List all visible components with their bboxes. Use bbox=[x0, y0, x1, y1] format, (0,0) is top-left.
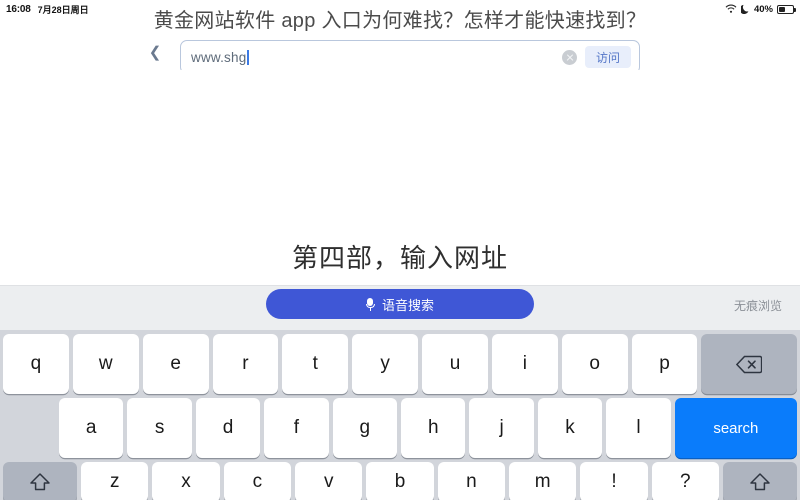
url-input[interactable]: www.shg 访问 bbox=[180, 40, 640, 74]
key-n[interactable]: n bbox=[437, 462, 506, 500]
on-screen-keyboard: q w e r t y u i o p a s d f g h j k l se… bbox=[0, 330, 800, 500]
clear-circle-icon[interactable] bbox=[562, 49, 577, 65]
backspace-icon bbox=[736, 355, 763, 374]
keyboard-row-3: z x c v b n m ! ? bbox=[0, 462, 800, 500]
key-o[interactable]: o bbox=[561, 334, 628, 394]
voice-search-label: 语音搜索 bbox=[381, 297, 434, 313]
incognito-label[interactable]: 无痕浏览 bbox=[734, 297, 782, 314]
microphone-icon bbox=[365, 297, 375, 311]
key-w[interactable]: w bbox=[72, 334, 139, 394]
key-f[interactable]: f bbox=[264, 398, 329, 458]
key-k[interactable]: k bbox=[537, 398, 603, 458]
search-key[interactable]: search bbox=[674, 398, 798, 458]
key-i[interactable]: i bbox=[491, 334, 558, 394]
key-u[interactable]: u bbox=[422, 334, 488, 394]
key-e[interactable]: e bbox=[142, 334, 209, 394]
visit-button[interactable]: 访问 bbox=[585, 46, 631, 68]
keyboard-row-1: q w e r t y u i o p bbox=[0, 334, 800, 394]
key-m[interactable]: m bbox=[509, 462, 577, 500]
url-text: www.shg bbox=[191, 49, 247, 65]
text-caret bbox=[247, 49, 249, 65]
chevron-left-icon[interactable]: ❮ bbox=[148, 45, 162, 60]
shift-icon bbox=[749, 472, 771, 492]
keyboard-row-2: a s d f g h j k l search bbox=[0, 398, 800, 458]
shift-key-left[interactable] bbox=[3, 462, 78, 500]
key-a[interactable]: a bbox=[59, 398, 124, 458]
key-g[interactable]: g bbox=[332, 398, 398, 458]
key-q[interactable]: q bbox=[3, 334, 69, 394]
phone-screen: 16:08 7月28日周日 40% 黄金网站软件 app 入口为何难找？怎样才能… bbox=[0, 0, 800, 500]
key-p[interactable]: p bbox=[631, 334, 698, 394]
shift-key-right[interactable] bbox=[723, 462, 798, 500]
page-content: 第四部，输入网址 bbox=[0, 70, 800, 285]
key-l[interactable]: l bbox=[606, 398, 671, 458]
key-question[interactable]: ? bbox=[651, 462, 719, 500]
key-b[interactable]: b bbox=[366, 462, 434, 500]
key-x[interactable]: x bbox=[152, 462, 220, 500]
key-t[interactable]: t bbox=[282, 334, 349, 394]
key-j[interactable]: j bbox=[469, 398, 534, 458]
key-c[interactable]: c bbox=[223, 462, 292, 500]
key-y[interactable]: y bbox=[352, 334, 419, 394]
key-z[interactable]: z bbox=[81, 462, 149, 500]
key-v[interactable]: v bbox=[295, 462, 363, 500]
key-exclamation[interactable]: ! bbox=[580, 462, 648, 500]
key-d[interactable]: d bbox=[195, 398, 261, 458]
key-r[interactable]: r bbox=[212, 334, 279, 394]
key-s[interactable]: s bbox=[127, 398, 192, 458]
voice-search-button[interactable]: 语音搜索 bbox=[266, 289, 534, 319]
backspace-key[interactable] bbox=[701, 334, 797, 394]
page-caption: 第四部，输入网址 bbox=[291, 244, 508, 274]
shift-icon bbox=[29, 472, 51, 492]
overlay-title: 黄金网站软件 app 入口为何难找？怎样才能快速找到？ bbox=[153, 10, 647, 32]
key-h[interactable]: h bbox=[401, 398, 466, 458]
